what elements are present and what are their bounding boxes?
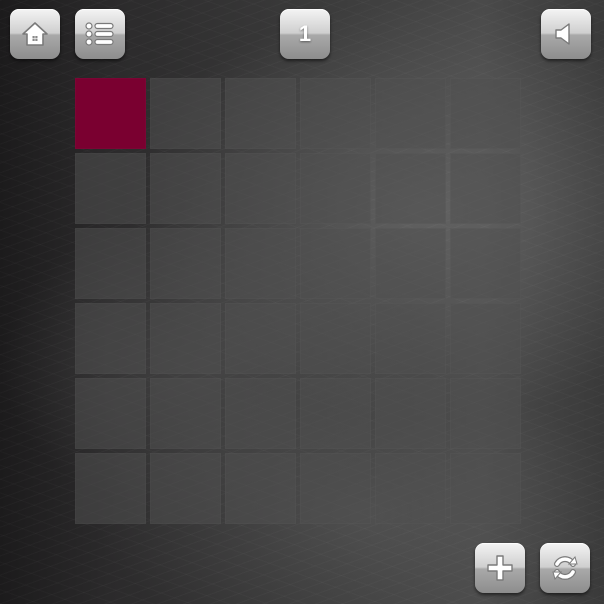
board-cell-1-2[interactable] (150, 78, 221, 149)
menu-button[interactable] (75, 9, 125, 59)
refresh-icon (552, 555, 578, 581)
board-cell-4-6[interactable] (450, 303, 521, 374)
board-cell-3-2[interactable] (150, 228, 221, 299)
board-cell-2-1[interactable] (75, 153, 146, 224)
board-cell-6-6[interactable] (450, 453, 521, 524)
board-cell-3-4[interactable] (300, 228, 371, 299)
speaker-icon (555, 23, 570, 45)
board-cell-3-6[interactable] (450, 228, 521, 299)
board-cell-1-5[interactable] (375, 78, 446, 149)
board-cell-5-5[interactable] (375, 378, 446, 449)
restart-button[interactable] (540, 543, 590, 593)
home-button[interactable] (10, 9, 60, 59)
board-cell-6-4[interactable] (300, 453, 371, 524)
board-cell-1-6[interactable] (450, 78, 521, 149)
board-cell-1-1[interactable] (75, 78, 146, 149)
board-cell-2-6[interactable] (450, 153, 521, 224)
board-cell-2-3[interactable] (225, 153, 296, 224)
board-cell-1-3[interactable] (225, 78, 296, 149)
board-cell-4-2[interactable] (150, 303, 221, 374)
board-cell-4-3[interactable] (225, 303, 296, 374)
level-indicator: 1 (280, 9, 330, 59)
sound-button[interactable] (541, 9, 591, 59)
game-board (75, 78, 521, 524)
board-cell-2-4[interactable] (300, 153, 371, 224)
board-cell-5-2[interactable] (150, 378, 221, 449)
board-cell-3-3[interactable] (225, 228, 296, 299)
board-cell-2-2[interactable] (150, 153, 221, 224)
list-icon (85, 22, 114, 46)
board-cell-4-4[interactable] (300, 303, 371, 374)
board-cell-3-5[interactable] (375, 228, 446, 299)
board-cell-4-1[interactable] (75, 303, 146, 374)
home-icon (22, 22, 48, 46)
board-cell-5-1[interactable] (75, 378, 146, 449)
level-number: 1 (298, 21, 312, 46)
add-button[interactable] (475, 543, 525, 593)
board-cell-6-5[interactable] (375, 453, 446, 524)
board-cell-6-3[interactable] (225, 453, 296, 524)
board-cell-5-3[interactable] (225, 378, 296, 449)
board-cell-2-5[interactable] (375, 153, 446, 224)
board-cell-5-6[interactable] (450, 378, 521, 449)
board-cell-6-1[interactable] (75, 453, 146, 524)
board-cell-6-2[interactable] (150, 453, 221, 524)
plus-icon (487, 555, 513, 581)
board-cell-4-5[interactable] (375, 303, 446, 374)
board-cell-1-4[interactable] (300, 78, 371, 149)
board-cell-3-1[interactable] (75, 228, 146, 299)
board-cell-5-4[interactable] (300, 378, 371, 449)
